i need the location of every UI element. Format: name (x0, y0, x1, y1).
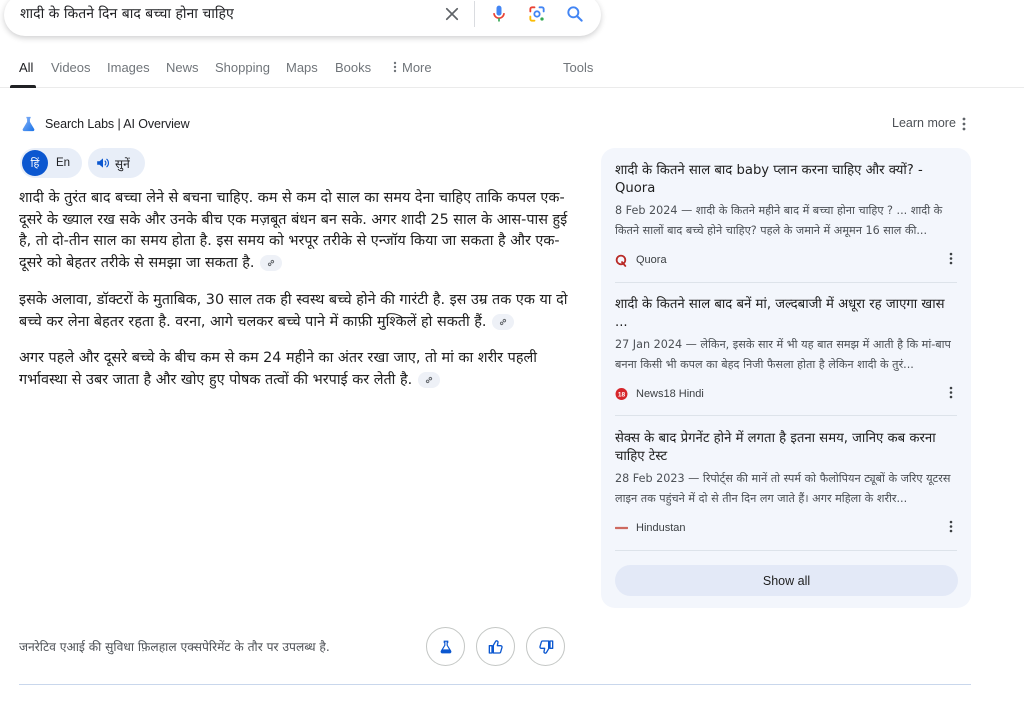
tab-shopping[interactable]: Shopping (215, 60, 270, 75)
svg-text:18: 18 (618, 391, 626, 398)
source-divider (615, 415, 957, 416)
tab-more[interactable]: More (393, 60, 432, 75)
overview-paragraph: अगर पहले और दूसरे बच्चे के बीच कम से कम … (19, 348, 579, 391)
tab-news[interactable]: News (166, 60, 199, 75)
experimental-disclaimer: जनरेटिव एआई की सुविधा फ़िलहाल एक्सपेरिमे… (19, 640, 330, 654)
source-snippet: 8 Feb 2024 — शादी के कितने महीने बाद में… (615, 204, 943, 237)
language-hindi-button[interactable]: हिं (22, 150, 48, 176)
learn-more-link[interactable]: Learn more (892, 116, 956, 130)
source-title[interactable]: शादी के कितने साल बाद baby प्लान करना चा… (615, 162, 957, 198)
thumbs-up-icon (488, 639, 503, 654)
source-divider (615, 282, 957, 283)
source-site-name[interactable]: News18 Hindi (636, 388, 704, 400)
source-card[interactable]: शादी के कितने साल बाद बनें मां, जल्दबाजी… (615, 296, 957, 403)
language-toggle: हिं En (20, 148, 82, 178)
google-lens-icon[interactable] (525, 2, 549, 26)
source-more-icon[interactable] (949, 520, 953, 538)
citation-link-icon[interactable] (492, 313, 515, 330)
active-tab-indicator (10, 85, 36, 88)
microphone-icon[interactable] (487, 2, 511, 26)
tab-videos[interactable]: Videos (51, 60, 91, 75)
ai-overview-header: Search Labs | AI Overview (20, 115, 190, 133)
source-divider (615, 550, 957, 551)
close-icon[interactable] (440, 2, 464, 26)
paragraph-text: शादी के तुरंत बाद बच्चा लेने से बचना चाह… (19, 190, 568, 271)
paragraph-text: अगर पहले और दूसरे बच्चे के बीच कम से कम … (19, 350, 537, 388)
source-title[interactable]: सेक्स के बाद प्रेगनेंट होने में लगता है … (615, 430, 957, 466)
tab-books[interactable]: Books (335, 60, 371, 75)
thumbs-down-button[interactable] (526, 627, 565, 666)
source-card[interactable]: सेक्स के बाद प्रेगनेंट होने में लगता है … (615, 430, 957, 537)
listen-label: सुनें (115, 156, 130, 171)
speaker-icon (97, 158, 109, 168)
news18-favicon-icon: 18 (615, 388, 628, 401)
thumbs-down-icon (538, 639, 553, 654)
flask-icon (22, 116, 35, 132)
search-icon[interactable] (563, 2, 587, 26)
paragraph-text: इसके अलावा, डॉक्टरों के मुताबिक, 30 साल … (19, 292, 568, 330)
labs-flask-icon (440, 640, 451, 653)
source-site-name[interactable]: Quora (636, 254, 667, 266)
source-more-icon[interactable] (949, 386, 953, 404)
tab-all[interactable]: All (19, 60, 33, 75)
overview-paragraph: इसके अलावा, डॉक्टरों के मुताबिक, 30 साल … (19, 290, 579, 333)
tools-button[interactable]: Tools (563, 60, 593, 75)
section-divider (19, 684, 971, 685)
citation-link-icon[interactable] (260, 254, 283, 271)
hindustan-favicon-icon (615, 522, 628, 535)
citation-link-icon[interactable] (418, 371, 441, 388)
labs-button[interactable] (426, 627, 465, 666)
source-site-name[interactable]: Hindustan (636, 522, 686, 534)
tab-more-label: More (402, 60, 432, 75)
sources-panel: शादी के कितने साल बाद baby प्लान करना चा… (601, 148, 971, 608)
ai-overview-title: Search Labs | AI Overview (45, 117, 190, 131)
show-all-button[interactable]: Show all (615, 565, 958, 596)
search-divider (474, 1, 475, 27)
source-card[interactable]: शादी के कितने साल बाद baby प्लान करना चा… (615, 162, 957, 269)
tab-maps[interactable]: Maps (286, 60, 318, 75)
quora-favicon-icon (615, 254, 628, 267)
tab-images[interactable]: Images (107, 60, 150, 75)
source-snippet: 28 Feb 2023 — रिपोर्ट्स की मानें तो स्पर… (615, 472, 951, 505)
search-tabs: All Videos Images News Shopping Maps Boo… (0, 56, 1024, 88)
listen-button[interactable]: सुनें (88, 148, 145, 178)
source-snippet: 27 Jan 2024 — लेकिन, इसके सार में भी यह … (615, 338, 951, 371)
thumbs-up-button[interactable] (476, 627, 515, 666)
vertical-dots-icon (393, 61, 397, 73)
search-input[interactable]: शादी के कितने दिन बाद बच्चा होना चाहिए (20, 4, 234, 23)
source-title[interactable]: शादी के कितने साल बाद बनें मां, जल्दबाजी… (615, 296, 957, 332)
source-more-icon[interactable] (949, 252, 953, 270)
search-bar[interactable]: शादी के कितने दिन बाद बच्चा होना चाहिए (4, 0, 601, 36)
language-english-button[interactable]: En (56, 157, 70, 169)
overview-paragraph: शादी के तुरंत बाद बच्चा लेने से बचना चाह… (19, 188, 579, 274)
more-options-icon[interactable] (962, 117, 966, 136)
